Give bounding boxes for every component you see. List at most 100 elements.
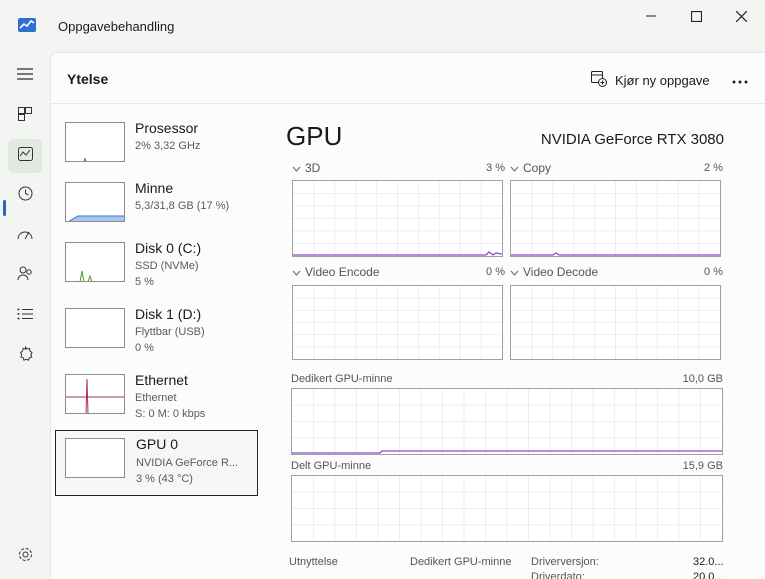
engine-name: Copy xyxy=(523,161,552,175)
title-bar: Oppgavebehandling xyxy=(0,0,765,52)
shared-memory-label: Delt GPU-minne xyxy=(291,460,372,472)
device-ethernet[interactable]: Ethernet Ethernet S: 0 M: 0 kbps xyxy=(55,366,258,432)
device-disk-1[interactable]: Disk 1 (D:) Flyttbar (USB) 0 % xyxy=(55,300,258,366)
chevron-down-icon xyxy=(292,161,301,175)
device-name: Disk 1 (D:) xyxy=(135,306,202,322)
task-manager-icon xyxy=(18,18,36,32)
gpu-model: NVIDIA GeForce RTX 3080 xyxy=(540,131,724,148)
gpu-thumbnail-graph xyxy=(65,438,125,478)
device-throughput: S: 0 M: 0 kbps xyxy=(135,408,206,420)
engine-copy-selector[interactable]: Copy xyxy=(510,161,551,175)
device-detail: 2% 3,32 GHz xyxy=(135,140,201,152)
engine-name: 3D xyxy=(305,161,321,175)
engine-percent: 0 % xyxy=(704,266,723,278)
device-detail: Flyttbar (USB) xyxy=(135,326,205,338)
chevron-down-icon xyxy=(510,161,519,175)
device-name: Minne xyxy=(135,180,174,196)
startup-icon xyxy=(17,227,33,246)
task-manager-window: Oppgavebehandling Ytelse Kjør ny oppgave… xyxy=(0,0,765,579)
processor-thumbnail-graph xyxy=(65,122,125,162)
device-name: GPU 0 xyxy=(136,436,179,452)
nav-details[interactable] xyxy=(8,299,42,333)
maximize-icon xyxy=(690,10,702,22)
dedicated-memory-label: Dedikert GPU-minne xyxy=(291,373,393,385)
chevron-down-icon xyxy=(292,265,301,279)
dedicated-memory-max: 10,0 GB xyxy=(682,373,723,385)
run-new-task-label: Kjør ny oppgave xyxy=(615,72,710,88)
navigation-rail xyxy=(0,52,50,579)
nav-performance[interactable] xyxy=(8,139,42,173)
utilization-label: Utnyttelse xyxy=(289,556,338,568)
device-detail: SSD (NVMe) xyxy=(135,260,199,272)
dedicated-memory-graph xyxy=(291,388,723,455)
minimize-button[interactable] xyxy=(628,4,674,28)
performance-icon xyxy=(17,146,33,166)
device-detail: 5,3/31,8 GB (17 %) xyxy=(135,200,230,212)
processes-icon xyxy=(18,106,32,126)
chevron-down-icon xyxy=(510,265,519,279)
engine-percent: 3 % xyxy=(486,162,505,174)
device-gpu-0[interactable]: GPU 0 NVIDIA GeForce R... 3 % (43 °C) xyxy=(55,430,258,496)
maximize-button[interactable] xyxy=(673,4,719,28)
active-indicator xyxy=(3,200,6,216)
engine-video-encode-selector[interactable]: Video Encode xyxy=(292,265,380,279)
device-detail: NVIDIA GeForce R... xyxy=(136,457,239,469)
ethernet-thumbnail-graph xyxy=(65,374,125,414)
device-usage: 3 % (43 °C) xyxy=(136,473,193,485)
dedicated-stat-label: Dedikert GPU-minne xyxy=(410,556,512,568)
engine-video-decode-graph xyxy=(510,285,721,360)
performance-content: Prosessor 2% 3,32 GHz Minne 5,3/31,8 GB … xyxy=(50,104,765,579)
driver-date-value: 20.0... xyxy=(693,571,724,579)
nav-users[interactable] xyxy=(8,259,42,293)
app-history-icon xyxy=(18,186,33,206)
engine-video-encode-graph xyxy=(292,285,503,360)
page-title: Ytelse xyxy=(67,71,109,87)
more-options-button[interactable] xyxy=(727,67,753,93)
nav-menu-button[interactable] xyxy=(8,59,42,93)
device-name: Disk 0 (C:) xyxy=(135,240,202,256)
users-icon xyxy=(17,266,33,286)
close-button[interactable] xyxy=(718,4,764,28)
disk1-thumbnail-graph xyxy=(65,308,125,348)
window-title: Oppgavebehandling xyxy=(58,19,175,34)
run-new-task-button[interactable]: Kjør ny oppgave xyxy=(585,67,716,93)
device-usage: 5 % xyxy=(135,276,154,288)
memory-thumbnail-graph xyxy=(65,182,125,222)
settings-icon xyxy=(18,547,33,567)
engine-copy-graph xyxy=(510,180,721,257)
nav-app-history[interactable] xyxy=(8,179,42,213)
device-name: Ethernet xyxy=(135,372,188,388)
more-dots-icon xyxy=(732,71,748,89)
hamburger-icon xyxy=(17,67,33,85)
engine-name: Video Decode xyxy=(523,265,599,279)
nav-services[interactable] xyxy=(8,339,42,373)
details-icon xyxy=(17,307,33,325)
close-icon xyxy=(735,10,747,22)
nav-settings[interactable] xyxy=(8,540,42,574)
engine-percent: 0 % xyxy=(486,266,505,278)
new-task-icon xyxy=(591,70,607,90)
shared-memory-graph xyxy=(291,475,723,542)
device-usage: 0 % xyxy=(135,342,154,354)
engine-name: Video Encode xyxy=(305,265,380,279)
engine-3d-graph xyxy=(292,180,503,257)
services-icon xyxy=(18,345,33,366)
nav-processes[interactable] xyxy=(8,99,42,133)
engine-3d-selector[interactable]: 3D xyxy=(292,161,320,175)
page-header: Ytelse Kjør ny oppgave xyxy=(50,52,765,104)
driver-date-label: Driverdato: xyxy=(531,571,585,579)
device-processor[interactable]: Prosessor 2% 3,32 GHz xyxy=(55,114,258,180)
engine-video-decode-selector[interactable]: Video Decode xyxy=(510,265,598,279)
minimize-icon xyxy=(646,11,656,21)
device-detail: Ethernet xyxy=(135,392,177,404)
shared-memory-max: 15,9 GB xyxy=(682,460,723,472)
disk0-thumbnail-graph xyxy=(65,242,125,282)
gpu-title: GPU xyxy=(286,121,343,151)
driver-version-label: Driverversjon: xyxy=(531,556,599,568)
device-memory[interactable]: Minne 5,3/31,8 GB (17 %) xyxy=(55,174,258,240)
engine-percent: 2 % xyxy=(704,162,723,174)
nav-startup[interactable] xyxy=(8,219,42,253)
device-name: Prosessor xyxy=(135,120,199,136)
device-disk-0[interactable]: Disk 0 (C:) SSD (NVMe) 5 % xyxy=(55,234,258,300)
driver-version-value: 32.0... xyxy=(693,556,724,568)
